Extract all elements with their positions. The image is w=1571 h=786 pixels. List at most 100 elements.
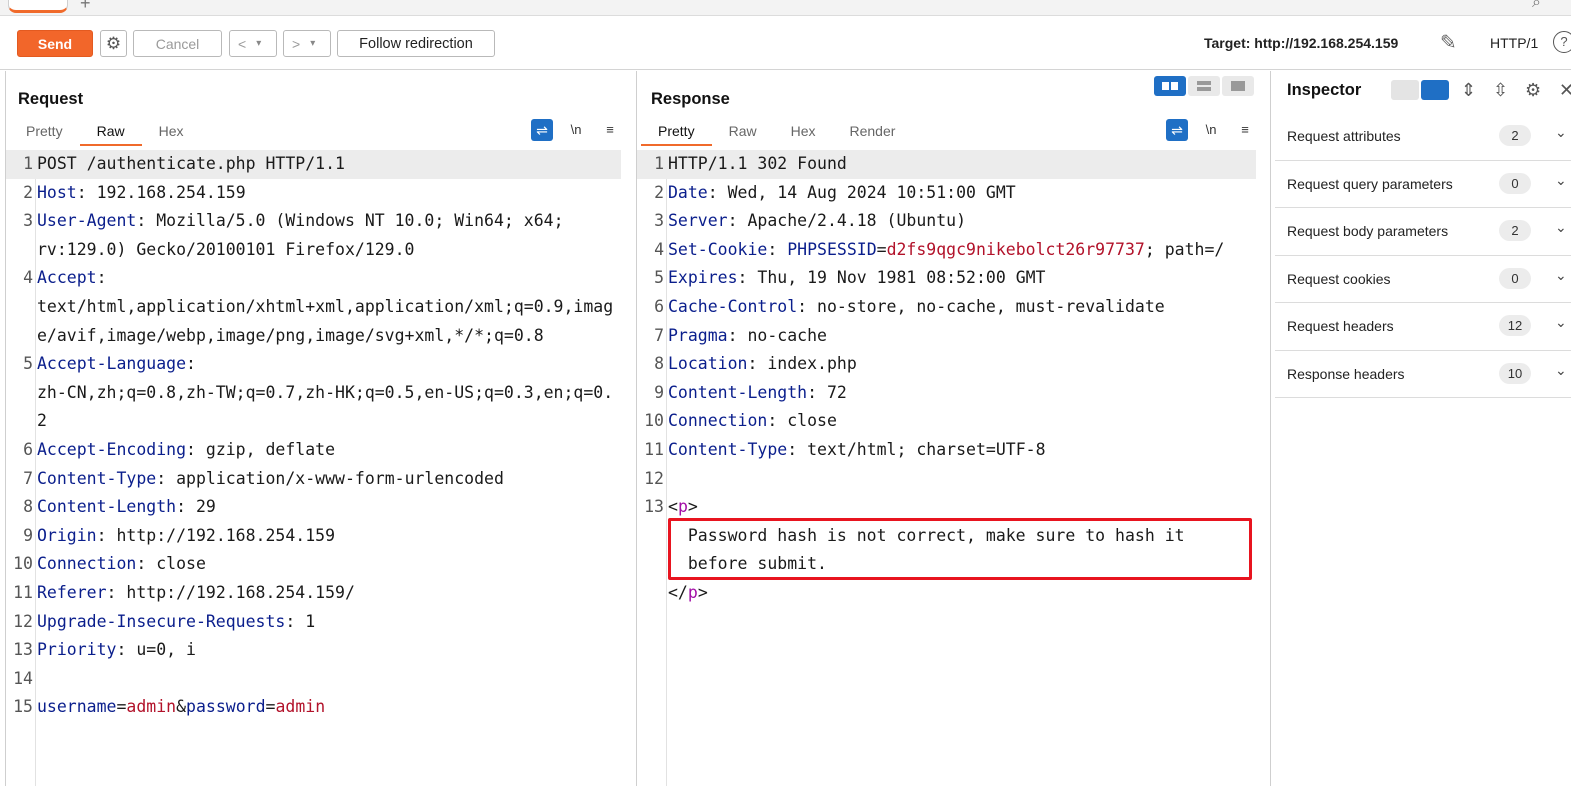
newline-toggle[interactable]: \n <box>565 119 587 141</box>
collapse-all-icon[interactable]: ⇳ <box>1493 80 1508 101</box>
panel-view-icon[interactable] <box>1421 80 1449 100</box>
line-text: Date: Wed, 14 Aug 2024 10:51:00 GMT <box>668 179 1016 208</box>
newline-toggle[interactable]: \n <box>1200 119 1222 141</box>
text-span: : index.php <box>747 354 857 374</box>
menu-icon[interactable]: ≡ <box>599 119 621 141</box>
inspector-section[interactable]: Request body parameters 2 ⌄ <box>1275 208 1571 256</box>
back-button[interactable]: < ▾ <box>229 30 277 57</box>
line-text: Accept-Language: <box>37 350 196 379</box>
tab-render[interactable]: Render <box>833 120 913 146</box>
request-editor[interactable]: 1 POST /authenticate.php HTTP/1.1 2 Host: 1… <box>6 150 635 786</box>
tab-raw[interactable]: Raw <box>79 120 142 146</box>
code-line: 9 Origin: http://192.168.254.159 <box>6 522 621 551</box>
chevron-down-icon[interactable]: ▾ <box>256 38 261 49</box>
inspector-section[interactable]: Request headers 12 ⌄ <box>1275 303 1571 351</box>
code-line: 10 Connection: close <box>637 407 1256 436</box>
line-text: Pragma: no-cache <box>668 322 827 351</box>
follow-redirection-button[interactable]: Follow redirection <box>337 30 495 57</box>
line-text: </p> <box>668 579 708 608</box>
inspector-section[interactable]: Request attributes 2 ⌄ <box>1275 113 1571 161</box>
text-span: : Apache/2.4.18 (Ubuntu) <box>727 211 967 231</box>
response-title: Response <box>651 90 730 108</box>
inspector-section[interactable]: Response headers 10 ⌄ <box>1275 351 1571 398</box>
list-view-icon[interactable] <box>1391 80 1419 100</box>
inspector-section[interactable]: Request query parameters 0 ⌄ <box>1275 161 1571 208</box>
line-number: 1 <box>654 154 664 173</box>
gear-icon[interactable]: ⚙ <box>1525 80 1541 101</box>
inspector-section[interactable]: Request cookies 0 ⌄ <box>1275 256 1571 303</box>
line-number: 11 <box>13 583 33 602</box>
count-badge: 2 <box>1499 125 1531 146</box>
code-line: 4 Accept: <box>6 264 621 293</box>
chevron-down-icon[interactable]: ⌄ <box>1555 362 1567 379</box>
tab-hex[interactable]: Hex <box>774 120 833 146</box>
code-line: </p> <box>637 579 1256 608</box>
text-span: : application/x-www-form-urlencoded <box>156 468 504 488</box>
line-text: Origin: http://192.168.254.159 <box>37 522 335 551</box>
chevron-down-icon[interactable]: ⌄ <box>1555 314 1567 331</box>
header-name: Priority <box>37 640 117 660</box>
header-name: Content-Type <box>668 440 788 459</box>
request-title: Request <box>18 90 84 108</box>
text-span: : 29 <box>176 497 216 517</box>
code-line: 12 Upgrade-Insecure-Requests: 1 <box>6 608 621 637</box>
tab-hex[interactable]: Hex <box>142 120 201 146</box>
code-line: 9 Content-Length: 72 <box>637 379 1256 408</box>
repeater-tab[interactable] <box>8 0 68 13</box>
protocol-label[interactable]: HTTP/1 <box>1490 35 1538 51</box>
cancel-button[interactable]: Cancel <box>133 30 222 57</box>
tab-pretty[interactable]: Pretty <box>641 120 712 146</box>
line-text: Cache-Control: no-store, no-cache, must-… <box>668 293 1165 322</box>
param-value: admin <box>275 697 326 717</box>
wrap-lines-icon[interactable]: ⇌ <box>531 119 553 141</box>
chevron-down-icon[interactable]: ⌄ <box>1555 172 1567 189</box>
line-text: Priority: u=0, i <box>37 636 196 665</box>
text-span: = <box>876 239 887 259</box>
layout-side-by-side-icon[interactable] <box>1154 76 1186 96</box>
text-span: > <box>697 583 708 602</box>
gear-icon[interactable]: ⚙ <box>100 30 127 57</box>
header-name: Connection <box>668 411 768 431</box>
forward-button[interactable]: > ▾ <box>283 30 331 57</box>
layout-stacked-icon[interactable] <box>1188 76 1220 96</box>
line-text: Host: 192.168.254.159 <box>37 179 246 208</box>
tab-pretty[interactable]: Pretty <box>9 120 80 146</box>
wrap-lines-icon[interactable]: ⇌ <box>1166 119 1188 141</box>
search-icon[interactable]: ⌕ <box>1532 0 1541 12</box>
code-line: 8 Content-Length: 29 <box>6 493 621 522</box>
inspector-section-label: Request query parameters <box>1287 175 1453 192</box>
menu-icon[interactable]: ≡ <box>1234 119 1256 141</box>
layout-tabbed-icon[interactable] <box>1222 76 1254 96</box>
code-line: 2 Date: Wed, 14 Aug 2024 10:51:00 GMT <box>637 179 1256 208</box>
pencil-icon[interactable]: ✎ <box>1440 30 1457 55</box>
send-button[interactable]: Send <box>17 30 93 57</box>
line-text: Content-Length: 29 <box>37 493 216 522</box>
chevron-down-icon[interactable]: ⌄ <box>1555 267 1567 284</box>
close-icon[interactable]: ✕ <box>1559 80 1571 101</box>
line-number: 8 <box>23 497 33 517</box>
code-line: 2 Host: 192.168.254.159 <box>6 179 621 208</box>
code-line: zh-CN,zh;q=0.8,zh-TW;q=0.7,zh-HK;q=0.5,e… <box>6 379 621 408</box>
header-name: Content-Length <box>37 497 177 517</box>
text-span: </ <box>668 583 688 602</box>
line-number: 13 <box>13 640 33 660</box>
expand-all-icon[interactable]: ⇕ <box>1461 80 1476 101</box>
add-tab-icon[interactable]: + <box>80 0 91 14</box>
text-span: : 192.168.254.159 <box>76 182 246 202</box>
header-name: Host <box>37 182 77 202</box>
header-name: Referer <box>37 583 107 602</box>
text-span: : Wed, 14 Aug 2024 10:51:00 GMT <box>707 182 1016 202</box>
line-number: 9 <box>654 382 664 402</box>
line-number: 13 <box>644 497 664 517</box>
help-icon[interactable]: ? <box>1553 31 1571 53</box>
line-number: 1 <box>23 154 33 173</box>
chevron-down-icon[interactable]: ⌄ <box>1555 124 1567 141</box>
tab-raw[interactable]: Raw <box>712 120 774 146</box>
line-text: e/avif,image/webp,image/png,image/svg+xm… <box>37 322 544 351</box>
header-name: Accept <box>37 268 97 288</box>
chevron-down-icon[interactable]: ▾ <box>310 38 315 49</box>
text-span: : http://192.168.254.159/ <box>106 583 355 602</box>
response-editor[interactable]: 1 HTTP/1.1 302 Found 2 Date: Wed, 14 Aug 20… <box>637 150 1270 786</box>
code-line: e/avif,image/webp,image/png,image/svg+xm… <box>6 322 621 351</box>
chevron-down-icon[interactable]: ⌄ <box>1555 219 1567 236</box>
